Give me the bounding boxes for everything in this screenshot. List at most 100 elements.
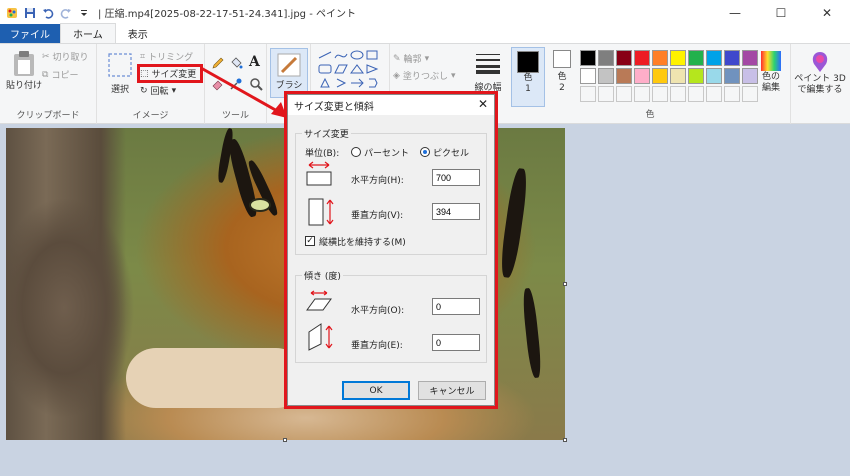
keep-ratio-checkbox[interactable]: ✓ xyxy=(305,236,315,246)
rotate-label: 回転 xyxy=(150,87,169,97)
title-bar: | 圧縮.mp4[2025-08-22-17-51-24.341].jpg - … xyxy=(0,0,850,25)
pixel-label: ピクセル xyxy=(433,149,470,159)
color-swatch[interactable] xyxy=(580,68,596,84)
custom-color-slot[interactable] xyxy=(724,86,740,102)
color1-swatch xyxy=(517,51,539,73)
color1-button[interactable]: 色 1 xyxy=(511,47,545,107)
tiger-eye xyxy=(249,198,271,212)
dialog-close-button[interactable]: ✕ xyxy=(478,97,488,111)
tab-file[interactable]: ファイル xyxy=(0,24,60,43)
crop-icon: ⌗ xyxy=(140,51,146,62)
color-swatch[interactable] xyxy=(742,68,758,84)
resize-skew-dialog: サイズ変更と傾斜 ✕ サイズ変更 単位(B): パーセント ピクセル 水平方向(… xyxy=(287,94,495,406)
edit-colors-button[interactable]: 色の 編集 xyxy=(756,50,786,94)
maximize-button[interactable]: ☐ xyxy=(758,0,804,25)
cut-button[interactable]: ✂ 切り取り xyxy=(42,50,89,64)
customize-dropdown-icon[interactable] xyxy=(78,7,90,19)
vertical-resize-icon xyxy=(308,198,334,226)
color-wheel-icon xyxy=(761,51,781,71)
paint-app-icon xyxy=(7,7,17,18)
pointer-arrow xyxy=(200,66,287,118)
skew-horizontal-input[interactable] xyxy=(432,298,480,315)
ok-button[interactable]: OK xyxy=(342,381,410,400)
custom-color-slot[interactable] xyxy=(616,86,632,102)
color-swatch[interactable] xyxy=(580,50,596,66)
percent-label: パーセント xyxy=(364,149,410,159)
clipboard-group: 貼り付け ✂ 切り取り ⧉ コピー クリップボード xyxy=(0,44,97,124)
edit-colors-label: 色の 編集 xyxy=(761,72,780,93)
color-swatch[interactable] xyxy=(724,50,740,66)
save-icon[interactable] xyxy=(24,7,36,19)
custom-color-slot[interactable] xyxy=(598,86,614,102)
custom-color-slot[interactable] xyxy=(670,86,686,102)
color-swatch[interactable] xyxy=(634,68,650,84)
rotate-button[interactable]: ↻ 回転 ▾ xyxy=(140,84,176,98)
undo-icon[interactable] xyxy=(42,7,54,19)
color-swatch[interactable] xyxy=(652,50,668,66)
outline-button[interactable]: ✎ 輪郭 ▾ xyxy=(393,52,430,66)
vertical-skew-icon xyxy=(308,323,333,351)
line-width-icon xyxy=(476,54,500,74)
color-swatch[interactable] xyxy=(706,50,722,66)
color-swatch[interactable] xyxy=(598,50,614,66)
skew-horizontal-label: 水平方向(O): xyxy=(351,306,405,316)
close-window-button[interactable]: ✕ xyxy=(804,0,850,25)
color-swatch[interactable] xyxy=(616,68,632,84)
custom-color-slot[interactable] xyxy=(742,86,758,102)
size-button[interactable]: 線の幅 xyxy=(468,52,508,93)
fill-label: 塗りつぶし xyxy=(402,72,449,82)
color-swatch[interactable] xyxy=(688,50,704,66)
tiger-stripe xyxy=(521,287,543,379)
percent-radio[interactable] xyxy=(351,147,361,157)
color-swatch[interactable] xyxy=(670,50,686,66)
minimize-button[interactable]: — xyxy=(712,0,758,25)
color-swatch[interactable] xyxy=(724,68,740,84)
scissors-icon: ✂ xyxy=(42,51,50,62)
redo-icon[interactable] xyxy=(60,7,72,19)
resize-handle-bottom[interactable] xyxy=(283,438,287,442)
clipboard-group-label: クリップボード xyxy=(16,111,80,121)
color-swatch[interactable] xyxy=(616,50,632,66)
custom-color-slot[interactable] xyxy=(652,86,668,102)
paste-button[interactable]: 貼り付け xyxy=(6,50,42,91)
color-swatch[interactable] xyxy=(634,50,650,66)
select-label: 選択 xyxy=(110,85,129,95)
outline-label: 輪郭 xyxy=(403,55,422,65)
resize-handle-corner[interactable] xyxy=(563,438,567,442)
color-swatch[interactable] xyxy=(706,68,722,84)
copy-button[interactable]: ⧉ コピー xyxy=(42,68,78,82)
unit-label: 単位(B): xyxy=(305,149,340,159)
tab-view[interactable]: 表示 xyxy=(116,24,160,43)
colors-group-label: 色 xyxy=(645,110,655,120)
skew-vertical-input[interactable] xyxy=(432,334,480,351)
custom-color-slot[interactable] xyxy=(706,86,722,102)
color2-button[interactable]: 色 2 xyxy=(548,50,576,94)
color2-swatch xyxy=(553,50,571,68)
dialog-title: サイズ変更と傾斜 xyxy=(294,101,374,113)
custom-color-slot[interactable] xyxy=(634,86,650,102)
crop-button[interactable]: ⌗ トリミング xyxy=(140,50,194,64)
resize-vertical-input[interactable] xyxy=(432,203,480,220)
paste-icon xyxy=(14,51,34,76)
crop-label: トリミング xyxy=(148,53,194,63)
color1-label: 色 1 xyxy=(523,73,533,94)
custom-color-slot[interactable] xyxy=(580,86,596,102)
image-group-label: イメージ xyxy=(132,111,169,121)
cancel-button[interactable]: キャンセル xyxy=(418,381,486,400)
fill-button[interactable]: ◈ 塗りつぶし ▾ xyxy=(393,69,456,83)
custom-color-slot[interactable] xyxy=(688,86,704,102)
chevron-down-icon: ▾ xyxy=(424,53,430,64)
resize-legend: サイズ変更 xyxy=(302,127,351,140)
pixel-radio[interactable] xyxy=(420,147,430,157)
color-swatch[interactable] xyxy=(652,68,668,84)
resize-horizontal-input[interactable] xyxy=(432,169,480,186)
select-button[interactable]: 選択 xyxy=(107,52,133,95)
color-swatch[interactable] xyxy=(670,68,686,84)
color-swatch[interactable] xyxy=(742,50,758,66)
paint3d-button[interactable]: ペイント 3D で編集する xyxy=(794,50,846,96)
tab-home[interactable]: ホーム xyxy=(60,23,116,43)
resize-handle-right[interactable] xyxy=(563,282,567,286)
color-swatch[interactable] xyxy=(688,68,704,84)
color-swatch[interactable] xyxy=(598,68,614,84)
tiger-paw xyxy=(126,348,306,408)
